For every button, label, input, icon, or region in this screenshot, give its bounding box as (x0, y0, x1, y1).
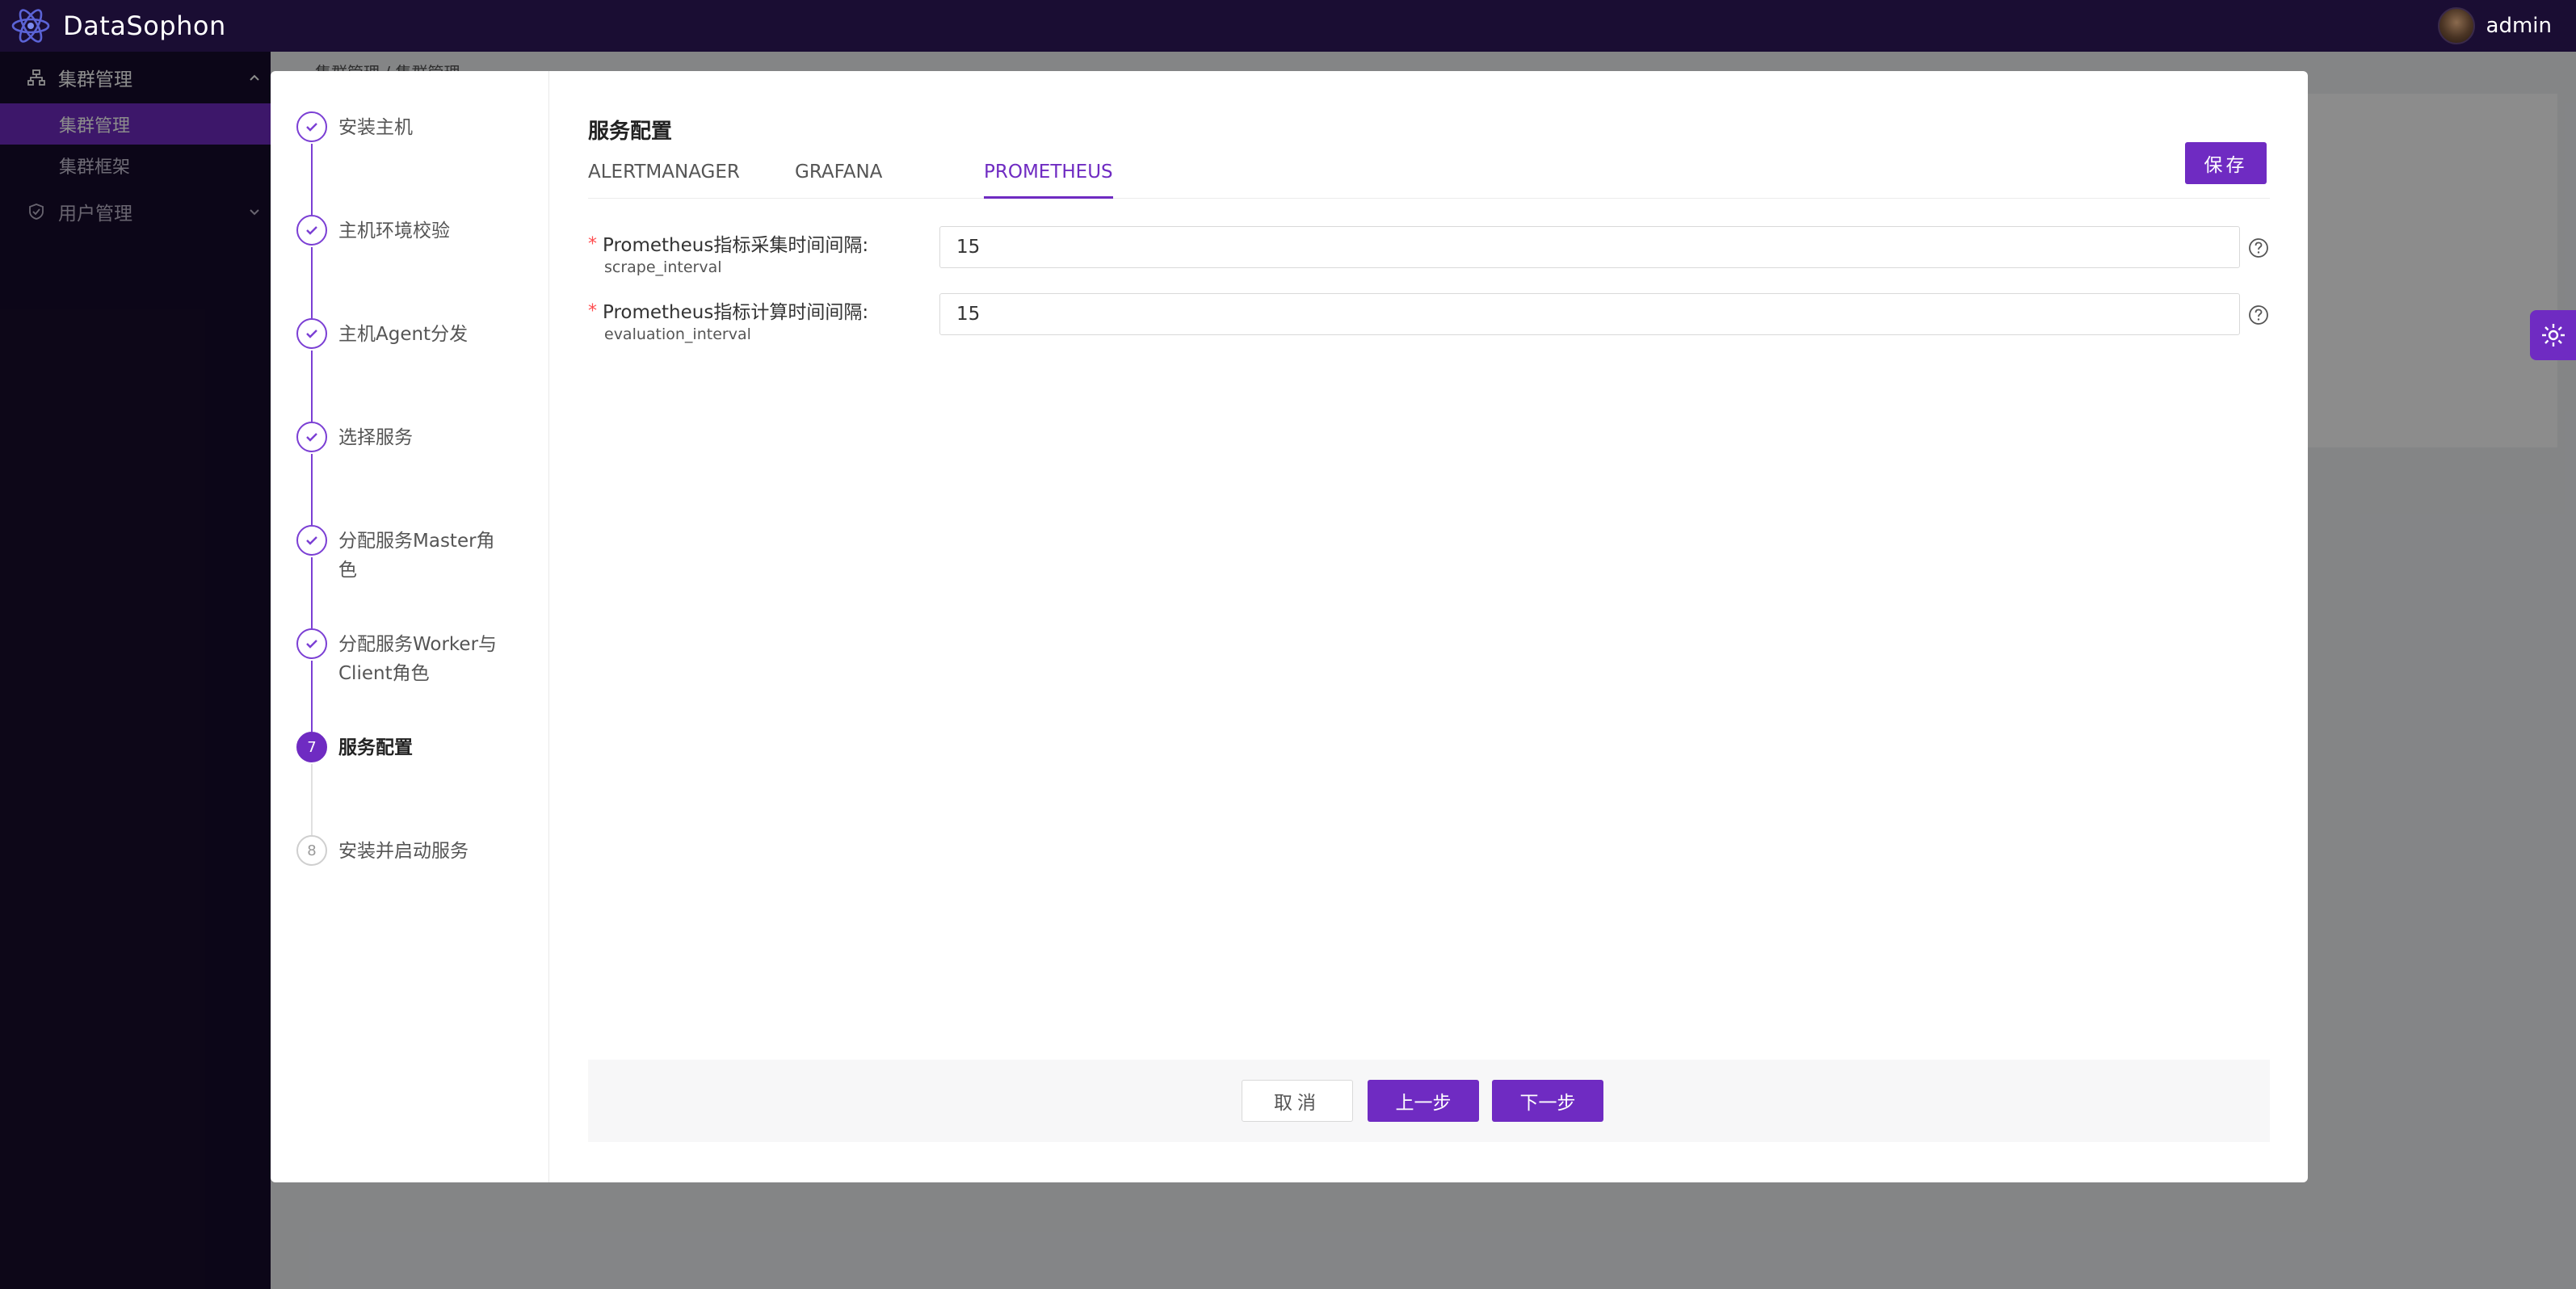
evaluation-interval-input[interactable]: 15 (939, 293, 2240, 335)
step-label: 分配服务Worker与Client角色 (338, 634, 498, 684)
check-icon (306, 226, 317, 235)
step-label: 服务配置 (338, 737, 413, 758)
field-label: Prometheus指标采集时间间隔: (603, 235, 869, 256)
step-connector (311, 661, 313, 732)
step-label: 安装主机 (338, 117, 413, 138)
step-label: 分配服务Master角色 (338, 531, 495, 581)
step-status (296, 628, 327, 659)
field-scrape-interval: * Prometheus指标采集时间间隔: scrape_interval 15 (588, 226, 2270, 286)
step-connector (311, 351, 313, 422)
gear-icon (2541, 324, 2565, 346)
section-title: 服务配置 (588, 120, 673, 144)
previous-step-button[interactable]: 上一步 (1368, 1080, 1479, 1122)
install-wizard-modal: 安装主机 主机环境校验 主机Agent分发 选择服务 分配服务Master角色 … (271, 71, 2308, 1182)
check-icon (306, 640, 317, 649)
step-status: 8 (296, 835, 327, 866)
required-marker: * (588, 234, 597, 254)
check-icon (306, 123, 317, 132)
field-key: evaluation_interval (604, 325, 751, 343)
field-evaluation-interval: * Prometheus指标计算时间间隔: evaluation_interva… (588, 293, 2270, 353)
field-label: Prometheus指标计算时间间隔: (603, 302, 869, 323)
tab-prometheus[interactable]: PROMETHEUS (984, 158, 1113, 199)
step-status (296, 111, 327, 142)
cancel-button[interactable]: 取消 (1242, 1080, 1353, 1122)
step-connector (311, 454, 313, 525)
next-step-button[interactable]: 下一步 (1492, 1080, 1603, 1122)
check-icon (306, 330, 317, 338)
step-status (296, 422, 327, 452)
step-select-service: 选择服务 (296, 422, 539, 525)
top-header: DataSophon admin (0, 0, 2576, 52)
step-label: 选择服务 (338, 427, 413, 448)
app-name: DataSophon (63, 10, 226, 41)
step-connector (311, 247, 313, 318)
step-label: 主机Agent分发 (338, 324, 469, 345)
settings-drawer-button[interactable] (2530, 310, 2576, 360)
step-service-config: 7 服务配置 (296, 732, 539, 835)
step-status (296, 525, 327, 556)
step-worker-client-roles: 分配服务Worker与Client角色 (296, 628, 539, 732)
scrape-interval-input[interactable]: 15 (939, 226, 2240, 268)
step-status: 7 (296, 732, 327, 762)
tab-grafana[interactable]: GRAFANA (795, 158, 882, 199)
question-circle-icon[interactable] (2248, 304, 2269, 325)
step-master-roles: 分配服务Master角色 (296, 525, 539, 628)
tab-alertmanager[interactable]: ALERTMANAGER (588, 158, 740, 199)
step-install-host: 安装主机 (296, 111, 539, 215)
save-button[interactable]: 保存 (2185, 142, 2267, 184)
step-label: 安装并启动服务 (338, 841, 469, 862)
step-install-start: 8 安装并启动服务 (296, 835, 539, 884)
required-marker: * (588, 301, 597, 321)
wizard-footer: 取消 上一步 下一步 (588, 1060, 2270, 1142)
user-menu[interactable]: admin (2437, 0, 2552, 52)
step-connector (311, 144, 313, 215)
check-icon (306, 536, 317, 545)
username[interactable]: admin (2486, 14, 2552, 38)
app-logo[interactable]: DataSophon (10, 5, 226, 47)
question-circle-icon[interactable] (2248, 237, 2269, 258)
step-connector (311, 557, 313, 628)
config-form: 服务配置 ALERTMANAGER GRAFANA PROMETHEUS 保存 … (588, 71, 2276, 1182)
step-label: 主机环境校验 (338, 220, 450, 241)
field-key: scrape_interval (604, 258, 722, 276)
service-tabs: ALERTMANAGER GRAFANA PROMETHEUS (588, 158, 2270, 199)
check-icon (306, 433, 317, 442)
step-agent-dispatch: 主机Agent分发 (296, 318, 539, 422)
avatar[interactable] (2437, 7, 2475, 44)
step-connector (311, 764, 313, 835)
step-env-check: 主机环境校验 (296, 215, 539, 318)
steps-panel: 安装主机 主机环境校验 主机Agent分发 选择服务 分配服务Master角色 … (271, 71, 549, 1182)
step-status (296, 215, 327, 246)
atom-logo-icon (11, 9, 50, 43)
step-status (296, 318, 327, 349)
